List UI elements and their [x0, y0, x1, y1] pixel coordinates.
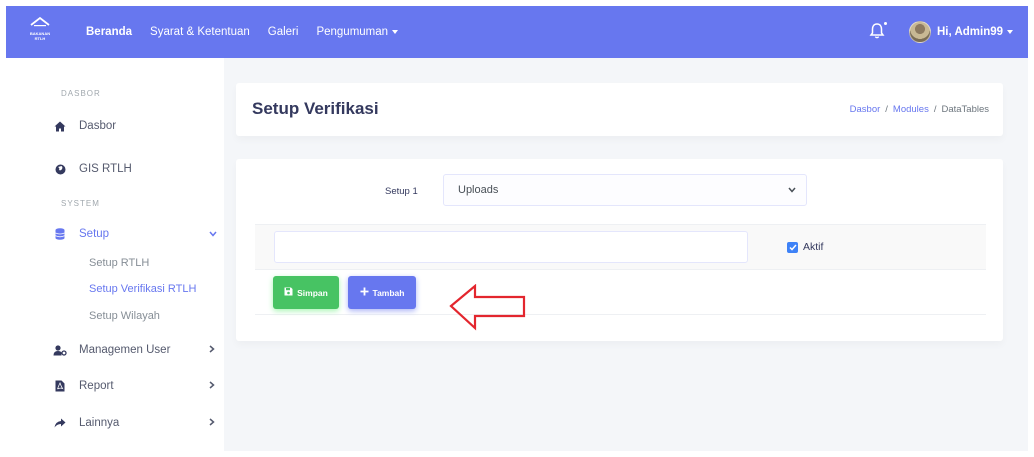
aktif-checkbox-group[interactable]: Aktif — [787, 241, 823, 253]
check-icon — [788, 244, 797, 251]
submenu-setup-rtlh[interactable]: Setup RTLH — [89, 257, 149, 269]
save-icon — [284, 287, 293, 299]
menu-header-dasbor: DASBOR — [61, 89, 101, 98]
nav-syarat-ketentuan[interactable]: Syarat & Ketentuan — [150, 26, 250, 38]
chevron-right-icon — [209, 417, 215, 429]
breadcrumb-current: DataTables — [941, 104, 989, 115]
section-header: Setup Verifikasi Dasbor / Modules / DataTabl… — [236, 83, 1003, 136]
setup-select[interactable]: Uploads — [443, 174, 807, 206]
add-button[interactable]: Tambah — [348, 276, 416, 309]
menu-header-system: SYSTEM — [61, 199, 100, 208]
avatar — [909, 21, 931, 43]
aktif-checkbox[interactable] — [787, 241, 798, 253]
globe-icon — [53, 162, 67, 176]
setup-select-value: Uploads — [458, 184, 499, 196]
plus-icon — [360, 287, 369, 299]
nav-pengumuman-label: Pengumuman — [316, 26, 389, 38]
breadcrumb: Dasbor / Modules / DataTables — [849, 104, 989, 115]
sidebar-item-gis-rtlh[interactable]: GIS RTLH — [53, 162, 132, 176]
annotation-arrow-icon — [449, 284, 526, 331]
sidebar-item-label: Lainnya — [79, 417, 120, 429]
user-greeting: Hi, Admin99 — [937, 26, 1004, 38]
sidebar-item-lainnya[interactable]: Lainnya — [53, 416, 215, 430]
chevron-right-icon — [209, 344, 215, 356]
chevron-down-icon — [209, 229, 217, 240]
caret-down-icon — [392, 30, 399, 34]
notification-dot — [884, 22, 887, 25]
main-nav: Beranda Syarat & Ketentuan Galeri Pengum… — [86, 6, 416, 58]
sidebar-item-label: Report — [79, 380, 114, 392]
add-button-label: Tambah — [372, 287, 405, 298]
nav-pengumuman-dropdown[interactable]: Pengumuman — [316, 26, 399, 38]
sidebar-item-report[interactable]: Report — [53, 379, 215, 393]
aktif-label: Aktif — [803, 241, 824, 253]
app-logo[interactable]: BAKANAN RTLH — [28, 16, 52, 44]
setup-card: Setup 1 Uploads Aktif Simpan Tambah — [236, 159, 1003, 341]
file-pdf-icon — [53, 379, 67, 393]
user-menu[interactable]: Hi, Admin99 — [909, 6, 1014, 58]
setup-select-label: Setup 1 — [385, 186, 418, 197]
sidebar: DASBOR Dasbor GIS RTLH SYSTEM Setup Setu… — [6, 58, 224, 451]
database-icon — [53, 227, 67, 241]
chevron-right-icon — [209, 380, 215, 392]
breadcrumb-modules[interactable]: Modules — [893, 104, 929, 115]
table-row: Aktif — [255, 224, 986, 269]
sidebar-item-setup[interactable]: Setup — [53, 227, 217, 241]
sidebar-item-label: Managemen User — [79, 344, 171, 356]
app-frame: BAKANAN RTLH Beranda Syarat & Ketentuan … — [6, 6, 1028, 451]
house-logo-icon — [30, 16, 50, 27]
sidebar-item-dasbor[interactable]: Dasbor — [53, 119, 116, 133]
share-icon — [53, 416, 67, 430]
caret-down-icon — [1007, 30, 1014, 34]
home-icon — [53, 119, 67, 133]
chevron-down-icon — [788, 185, 796, 196]
sidebar-item-label: Setup — [79, 228, 110, 240]
breadcrumb-dasbor[interactable]: Dasbor — [850, 104, 881, 115]
sidebar-item-label: Dasbor — [79, 120, 117, 132]
top-navbar: BAKANAN RTLH Beranda Syarat & Ketentuan … — [6, 6, 1028, 58]
sidebar-item-label: GIS RTLH — [79, 163, 132, 175]
page-title: Setup Verifikasi — [252, 99, 379, 118]
submenu-setup-verifikasi-rtlh[interactable]: Setup Verifikasi RTLH — [89, 283, 196, 295]
save-button[interactable]: Simpan — [273, 276, 339, 309]
sidebar-item-managemen-user[interactable]: Managemen User — [53, 343, 215, 357]
bell-icon[interactable] — [869, 22, 885, 40]
nav-galeri[interactable]: Galeri — [268, 26, 299, 38]
nav-beranda[interactable]: Beranda — [86, 26, 132, 38]
actions-row: Simpan Tambah — [255, 269, 986, 315]
verification-text-input[interactable] — [274, 231, 748, 263]
user-cog-icon — [53, 343, 67, 357]
submenu-setup-wilayah[interactable]: Setup Wilayah — [89, 310, 160, 322]
logo-text: BAKANAN RTLH — [29, 31, 51, 41]
save-button-label: Simpan — [297, 287, 328, 298]
